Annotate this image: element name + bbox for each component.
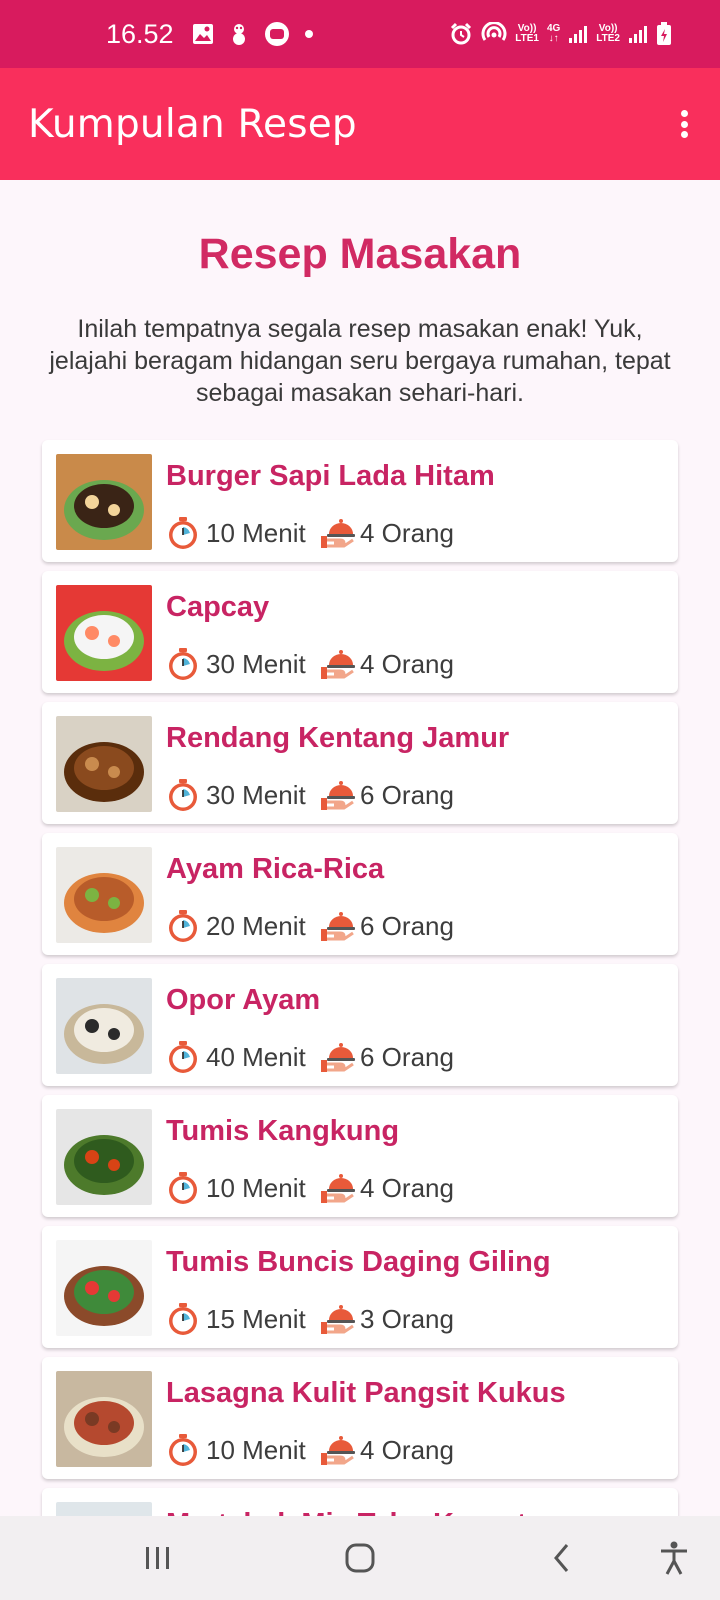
sim2-network: LTE2 [596, 33, 620, 44]
recipe-servings: 4 Orang [360, 1434, 454, 1465]
alarm-icon [449, 22, 473, 46]
recipe-time: 10 Menit [206, 517, 306, 548]
recipe-card[interactable]: Ayam Rica-Rica 20 Menit 6 Orang [42, 833, 678, 955]
recipe-card[interactable]: Capcay 30 Menit 4 Orang [42, 571, 678, 693]
serving-cloche-icon [320, 1171, 355, 1205]
serving-cloche-icon [320, 516, 355, 550]
net-type: 4G ↓↑ [547, 24, 560, 44]
sim1-label: Vo)) LTE1 [515, 24, 539, 44]
recipe-card[interactable]: Tumis Buncis Daging Giling 15 Menit 3 Or… [42, 1226, 678, 1348]
recipe-time: 40 Menit [206, 1041, 306, 1072]
recipe-servings: 4 Orang [360, 517, 454, 548]
recipe-card[interactable]: Tumis Kangkung 10 Menit 4 Orang [42, 1095, 678, 1217]
recipe-thumbnail [56, 585, 152, 681]
recipe-thumbnail [56, 454, 152, 550]
status-time: 16.52 [106, 18, 174, 49]
serving-cloche-icon [320, 909, 355, 943]
serving-cloche-icon [320, 1433, 355, 1467]
recipe-card[interactable]: Opor Ayam 40 Menit 6 Orang [42, 964, 678, 1086]
recipe-meta: 10 Menit 4 Orang [166, 514, 454, 552]
recipe-time: 15 Menit [206, 1303, 306, 1334]
recipe-meta: 15 Menit 3 Orang [166, 1300, 454, 1338]
recipe-name: Tumis Kangkung [166, 1115, 400, 1147]
recipe-name: Tumis Buncis Daging Giling [166, 1246, 551, 1278]
recipe-thumbnail [56, 978, 152, 1074]
stopwatch-icon [166, 647, 200, 681]
recipe-time: 10 Menit [206, 1434, 306, 1465]
recipe-thumbnail [56, 1109, 152, 1205]
recipe-servings: 6 Orang [360, 910, 454, 941]
recipe-name: Ayam Rica-Rica [166, 853, 385, 885]
more-vertical-icon[interactable] [672, 104, 696, 144]
recipe-servings: 6 Orang [360, 779, 454, 810]
status-bar: 16.52 Vo)) LTE1 4G ↓↑ Vo)) LTE2 [0, 0, 720, 68]
recipe-servings: 3 Orang [360, 1303, 454, 1334]
page-intro: Inilah tempatnya segala resep masakan en… [49, 315, 671, 407]
hotspot-icon [481, 22, 507, 46]
app-bar: Kumpulan Resep [0, 68, 720, 180]
recipe-time: 10 Menit [206, 1172, 306, 1203]
stopwatch-icon [166, 778, 200, 812]
recipe-list: Burger Sapi Lada Hitam 10 Menit 4 Orang … [42, 440, 678, 1516]
accessibility-icon[interactable] [652, 1536, 696, 1580]
recipe-thumbnail [56, 716, 152, 812]
recipe-card[interactable]: Burger Sapi Lada Hitam 10 Menit 4 Orang [42, 440, 678, 562]
battery-icon [656, 22, 672, 46]
serving-cloche-icon [320, 1302, 355, 1336]
app-title: Kumpulan Resep [28, 101, 357, 147]
recipe-meta: 30 Menit 4 Orang [166, 645, 454, 683]
recipe-card[interactable]: Martabak Mie Tahu Kornet [42, 1488, 678, 1516]
recipe-time: 30 Menit [206, 779, 306, 810]
recipe-time: 30 Menit [206, 648, 306, 679]
recipe-meta: 10 Menit 4 Orang [166, 1169, 454, 1207]
serving-cloche-icon [320, 647, 355, 681]
app-notification-icon [228, 22, 250, 46]
recipe-meta: 10 Menit 4 Orang [166, 1431, 454, 1469]
sim2-label: Vo)) LTE2 [596, 24, 620, 44]
stopwatch-icon [166, 1171, 200, 1205]
recipe-meta: 30 Menit 6 Orang [166, 776, 454, 814]
stopwatch-icon [166, 516, 200, 550]
recipe-time: 20 Menit [206, 910, 306, 941]
recipe-servings: 4 Orang [360, 1172, 454, 1203]
recipe-card[interactable]: Lasagna Kulit Pangsit Kukus 10 Menit 4 O… [42, 1357, 678, 1479]
signal-icon [568, 24, 588, 44]
recipe-name: Lasagna Kulit Pangsit Kukus [166, 1377, 566, 1409]
stopwatch-icon [166, 909, 200, 943]
recipe-thumbnail [56, 847, 152, 943]
dot-icon [304, 29, 314, 39]
recent-apps-icon[interactable] [136, 1536, 180, 1580]
sim1-network: LTE1 [515, 33, 539, 44]
recipe-name: Rendang Kentang Jamur [166, 722, 510, 754]
stopwatch-icon [166, 1040, 200, 1074]
recipe-name: Capcay [166, 591, 270, 623]
stopwatch-icon [166, 1433, 200, 1467]
status-right: Vo)) LTE1 4G ↓↑ Vo)) LTE2 [449, 22, 672, 46]
recipe-name: Burger Sapi Lada Hitam [166, 460, 495, 492]
navigation-bar [0, 1516, 720, 1600]
home-icon[interactable] [338, 1536, 382, 1580]
status-left: 16.52 [106, 19, 314, 50]
stopwatch-icon [166, 1302, 200, 1336]
recipe-card[interactable]: Rendang Kentang Jamur 30 Menit 6 Orang [42, 702, 678, 824]
image-icon [192, 23, 214, 45]
signal-icon-2 [628, 24, 648, 44]
chat-icon [264, 21, 290, 47]
page-heading: Resep Masakan [198, 230, 522, 278]
recipe-thumbnail [56, 1371, 152, 1467]
data-arrows-icon: ↓↑ [548, 33, 559, 44]
recipe-name: Martabak Mie Tahu Kornet [166, 1508, 526, 1516]
recipe-thumbnail [56, 1502, 152, 1516]
serving-cloche-icon [320, 778, 355, 812]
serving-cloche-icon [320, 1040, 355, 1074]
recipe-name: Opor Ayam [166, 984, 321, 1016]
recipe-servings: 4 Orang [360, 648, 454, 679]
main-content[interactable]: Resep Masakan Inilah tempatnya segala re… [0, 180, 720, 1516]
recipe-meta: 20 Menit 6 Orang [166, 907, 454, 945]
recipe-servings: 6 Orang [360, 1041, 454, 1072]
recipe-thumbnail [56, 1240, 152, 1336]
back-icon[interactable] [540, 1536, 584, 1580]
recipe-meta: 40 Menit 6 Orang [166, 1038, 454, 1076]
